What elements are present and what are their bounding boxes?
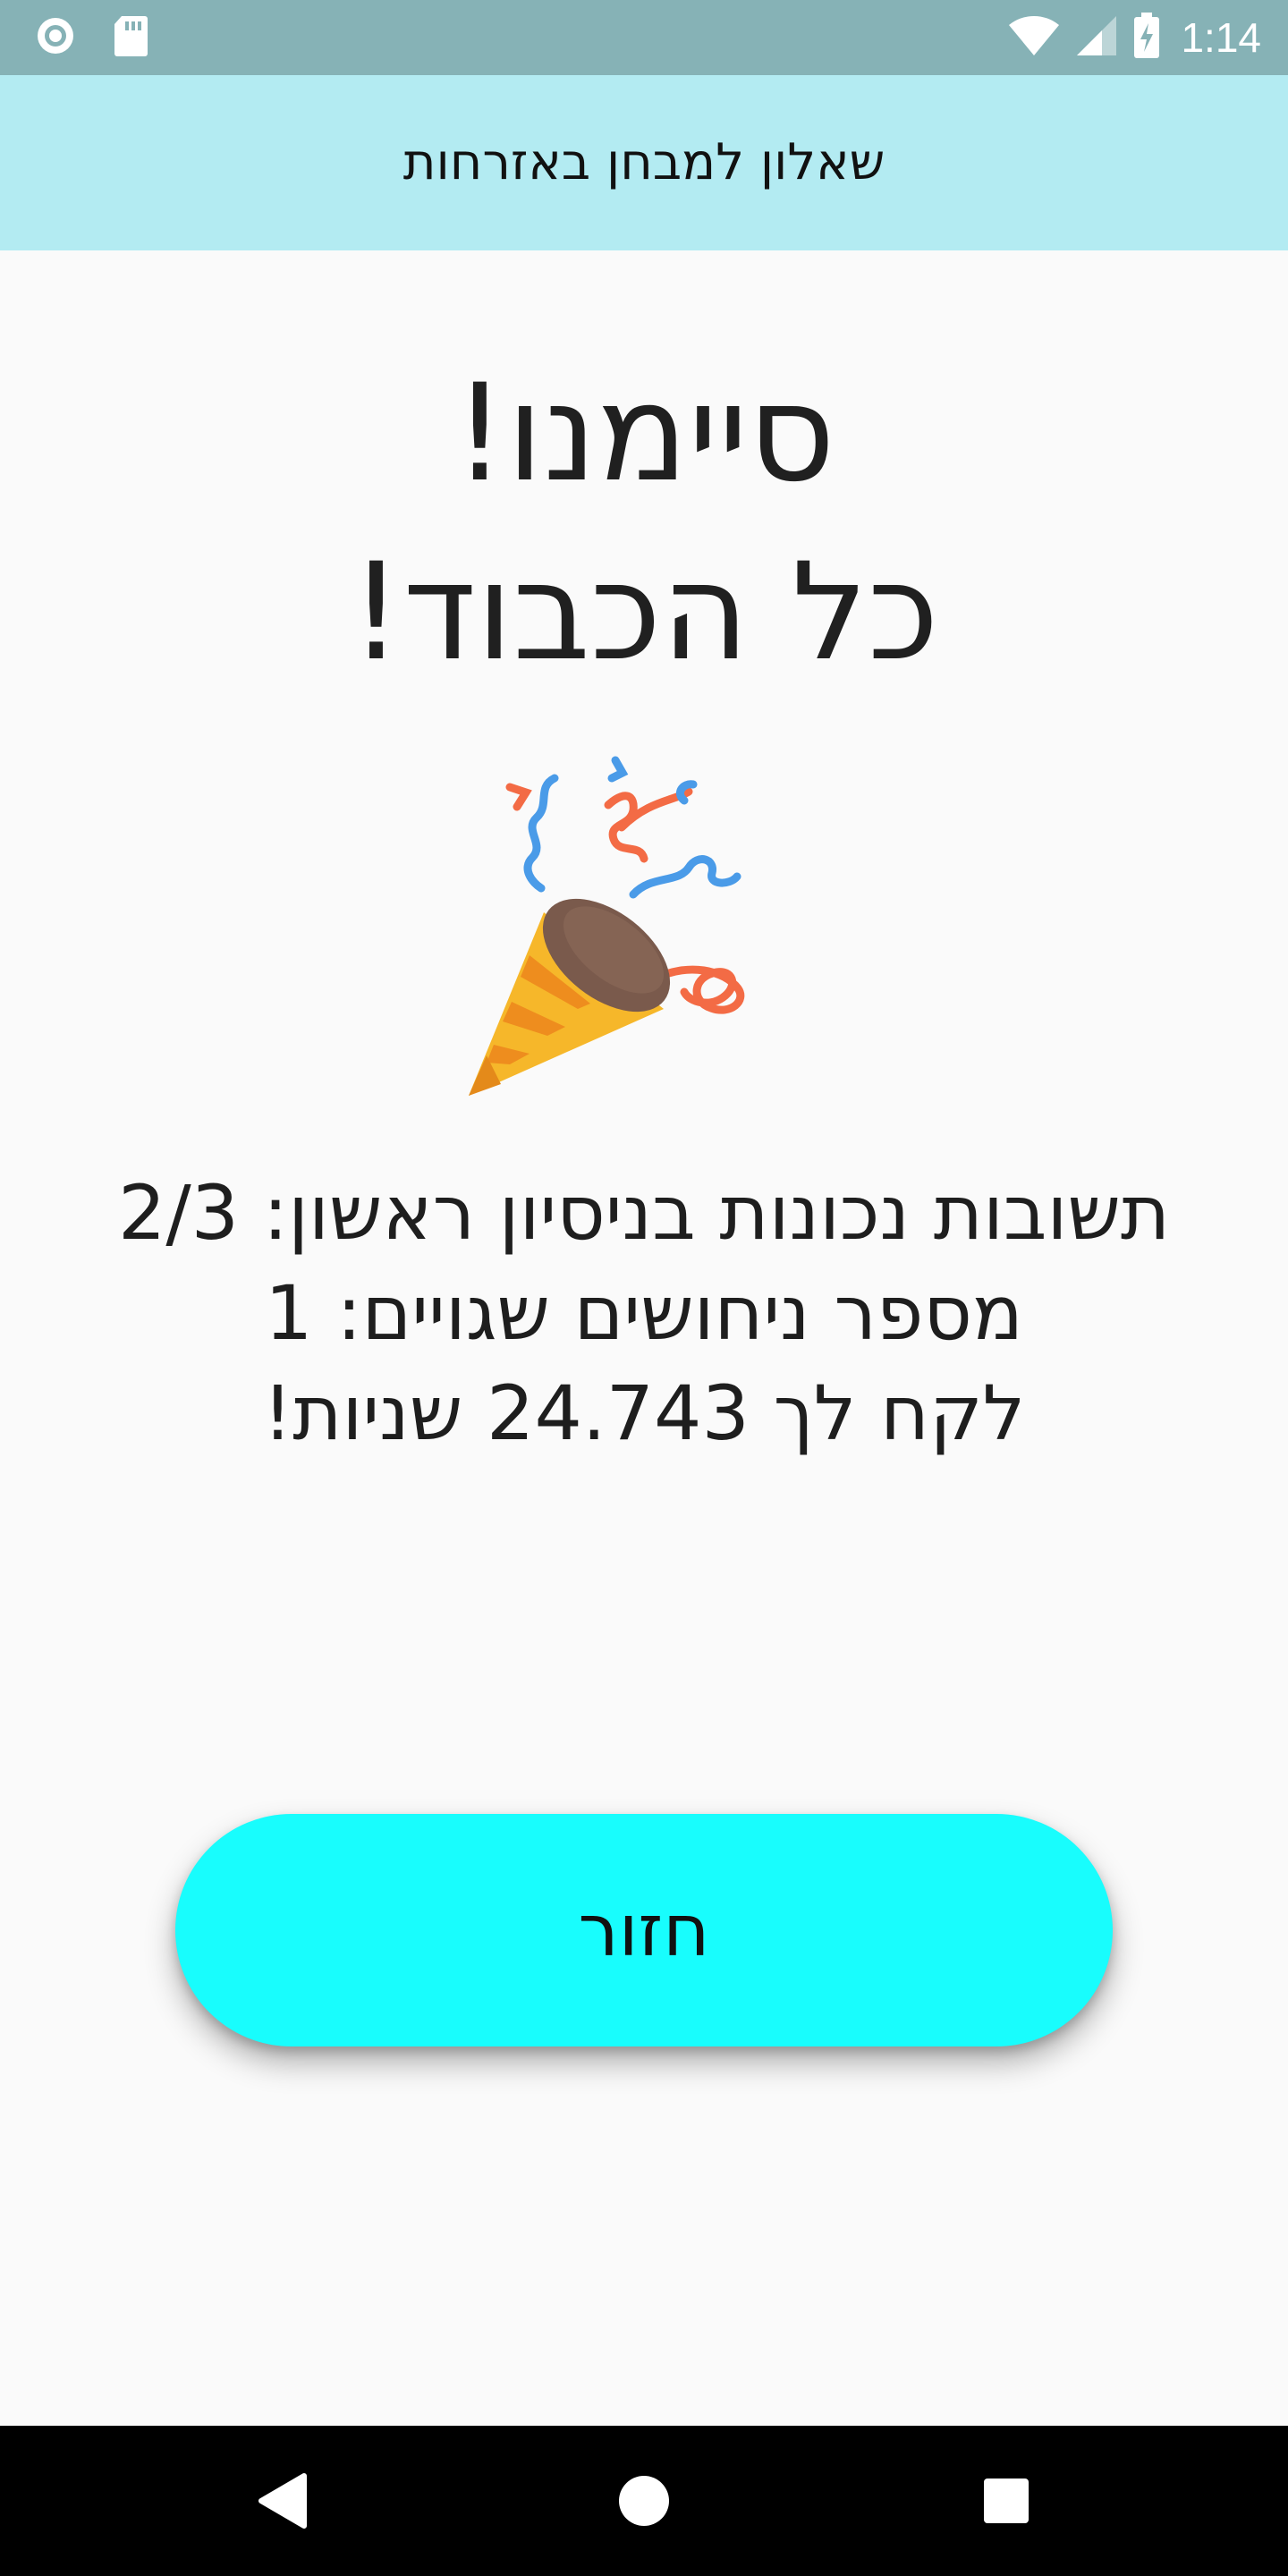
wrong-guesses-text: מספר ניחושים שגויים: 1 [265,1269,1023,1357]
status-right-icons: 1:14 [1007,13,1261,63]
sd-card-icon [113,14,148,61]
completion-headline: סיימנו! כל הכבוד! [0,344,1288,702]
time-taken-text: לקח לך 24.743 שניות! [262,1369,1026,1457]
app-screen: { "status_bar": { "time": "1:14", "icons… [0,0,1288,2576]
wifi-icon [1007,14,1061,61]
clock: 1:14 [1181,14,1261,61]
app-toolbar: שאלון למבחן באזרחות [0,75,1288,250]
status-bar: 1:14 [0,0,1288,75]
back-button[interactable]: חזור [175,1814,1113,2046]
recents-square-icon[interactable] [970,2465,1042,2537]
back-triangle-icon[interactable] [247,2465,318,2537]
quiz-results: תשובות נכונות בניסיון ראשון: 2/3 מספר ני… [0,1163,1288,1463]
status-left-icons [34,16,148,57]
toolbar-title: שאלון למבחן באזרחות [402,133,886,191]
sync-icon [34,14,77,61]
battery-charging-icon [1132,13,1161,63]
party-popper-icon [465,751,823,1109]
headline-line-2: כל הכבוד! [349,535,939,691]
headline-line-1: סיימנו! [453,356,835,512]
signal-icon [1075,14,1118,61]
system-nav-bar [0,2426,1288,2576]
first-try-correct-text: תשובות נכונות בניסיון ראשון: 2/3 [117,1169,1171,1257]
home-circle-icon[interactable] [608,2465,680,2537]
